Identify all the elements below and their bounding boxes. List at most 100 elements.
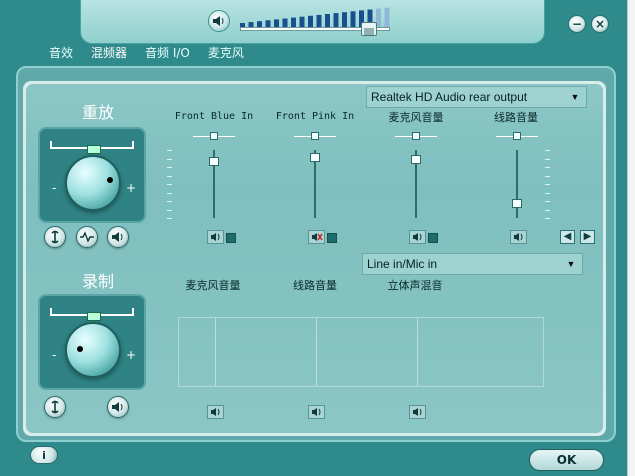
playback-title: 重放 (82, 103, 115, 122)
volume-bar (325, 14, 330, 27)
playback-volume-knob[interactable] (65, 155, 121, 211)
recording-channel-track[interactable] (215, 318, 216, 386)
channel-label: 线路音量 (494, 111, 538, 124)
volume-bar (308, 15, 313, 27)
knob-indicator (77, 346, 83, 352)
speaker-icon[interactable] (409, 230, 426, 244)
minimize-button[interactable]: − (568, 15, 586, 33)
volume-bar (291, 17, 296, 27)
scale-tick (545, 150, 550, 151)
balance-plus-label: + (126, 181, 137, 195)
scroll-left-button[interactable]: ◀ (560, 230, 575, 244)
channel-label: Front Blue In (174, 111, 254, 122)
speaker-icon[interactable] (107, 226, 129, 248)
channel-volume-slider[interactable] (512, 198, 522, 208)
ok-button[interactable]: OK (529, 449, 604, 471)
speaker-icon[interactable] (409, 405, 426, 419)
scale-tick (545, 192, 550, 194)
channel-balance-thumb[interactable] (513, 132, 521, 140)
speaker-icon[interactable] (510, 230, 527, 244)
channel-toggle[interactable] (327, 233, 337, 243)
tab-bar: 音效 混频器 音频 I/O 麦克风 (40, 44, 253, 64)
scale-tick (545, 158, 550, 160)
output-device-select[interactable]: Realtek HD Audio rear output ▼ (366, 86, 587, 108)
channel-volume-slider[interactable] (209, 156, 219, 166)
recording-volume-knob[interactable] (65, 322, 121, 378)
speaker-icon[interactable] (207, 405, 224, 419)
chevron-down-icon: ▼ (566, 259, 576, 269)
scale-tick (167, 175, 172, 177)
recording-balance-track[interactable] (50, 306, 134, 321)
channel-balance-thumb[interactable] (412, 132, 420, 140)
scale-tick (167, 184, 172, 185)
balance-plus-label: + (126, 348, 137, 362)
tab-audio-io[interactable]: 音频 I/O (136, 44, 199, 62)
window-edge (627, 0, 635, 476)
wave-icon[interactable] (76, 226, 98, 248)
info-icon[interactable]: i (30, 446, 58, 464)
scroll-right-button[interactable]: ▶ (580, 230, 595, 244)
playback-balance-handle[interactable] (87, 145, 101, 154)
recording-knob-box: - + (38, 294, 146, 390)
scale-tick (167, 167, 172, 168)
channel-balance-thumb[interactable] (210, 132, 218, 140)
recording-sliders-area (178, 317, 544, 387)
mixer-window: − × 音效 混频器 音频 I/O 麦克风 重放 - + Realtek HD … (0, 0, 635, 476)
volume-bar (316, 14, 322, 27)
scale-tick (545, 218, 550, 219)
speaker-icon[interactable] (207, 230, 224, 244)
volume-bar (342, 12, 347, 27)
channel-label: 麦克风音量 (388, 111, 444, 124)
channel-toggle[interactable] (226, 233, 236, 243)
scale-tick (545, 201, 550, 202)
master-volume-slider[interactable] (361, 22, 377, 36)
recording-channel-track[interactable] (417, 318, 418, 386)
playback-balance-track[interactable] (50, 139, 134, 154)
input-device-select[interactable]: Line in/Mic in ▼ (362, 253, 583, 275)
scale-tick (545, 167, 550, 168)
balance-minus-label: - (52, 181, 57, 195)
volume-bar (282, 18, 288, 27)
mute-speaker-icon[interactable] (308, 230, 325, 244)
channel-label: 麦克风音量 (185, 279, 241, 292)
channel-label: 立体声混音 (387, 279, 443, 292)
output-device-value: Realtek HD Audio rear output (371, 90, 528, 104)
scale-tick (167, 192, 172, 194)
channel-label: 线路音量 (293, 279, 337, 292)
channel-volume-slider[interactable] (310, 153, 320, 163)
playback-knob-box: - + (38, 127, 146, 223)
speaker-icon[interactable] (208, 10, 230, 32)
volume-bar (299, 16, 305, 27)
scale-tick (545, 184, 550, 185)
volume-bar (333, 13, 339, 27)
volume-bar (350, 11, 356, 27)
channel-volume-slider[interactable] (411, 154, 421, 164)
scale-tick (167, 209, 172, 211)
scale-tick (545, 175, 550, 177)
wrench-icon[interactable] (44, 396, 66, 418)
scale-tick (167, 201, 172, 202)
recording-balance-handle[interactable] (87, 312, 101, 321)
chevron-down-icon: ▼ (570, 92, 580, 102)
scale-tick (167, 218, 172, 219)
knob-indicator (107, 177, 113, 183)
channel-label: Front Pink In (275, 111, 355, 122)
volume-bar (274, 19, 279, 27)
scale-tick (545, 209, 550, 211)
close-button[interactable]: × (591, 15, 609, 33)
speaker-icon[interactable] (107, 396, 129, 418)
recording-channel-track[interactable] (316, 318, 317, 386)
tab-sound-effects[interactable]: 音效 (40, 44, 82, 62)
input-device-value: Line in/Mic in (367, 257, 438, 271)
volume-bar (384, 7, 390, 27)
scale-tick (167, 150, 172, 151)
speaker-icon[interactable] (308, 405, 325, 419)
tab-mixer[interactable]: 混频器 (82, 44, 136, 62)
recording-title: 录制 (82, 272, 115, 291)
volume-bar (265, 20, 271, 27)
channel-balance-thumb[interactable] (311, 132, 319, 140)
channel-toggle[interactable] (428, 233, 438, 243)
wrench-icon[interactable] (44, 226, 66, 248)
tab-microphone[interactable]: 麦克风 (199, 44, 253, 62)
scale-tick (167, 158, 172, 160)
